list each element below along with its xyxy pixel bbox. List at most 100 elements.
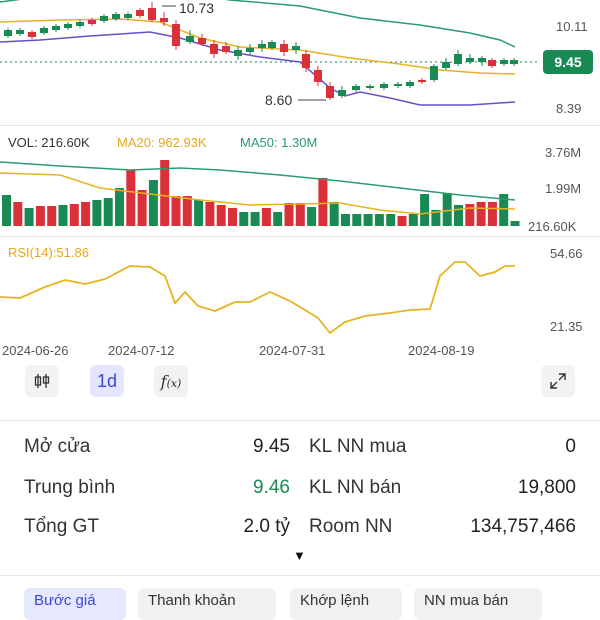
volume-bar — [2, 195, 11, 226]
tab-foreign-trading[interactable]: NN mua bán — [414, 588, 542, 620]
rsi-axis-label-bottom: 21.35 — [550, 319, 583, 334]
expand-icon — [550, 373, 566, 389]
volume-ma20-line — [0, 172, 516, 215]
price-axis-label-upper: 10.11 — [556, 19, 588, 34]
volume-axis-label-bottom: 216.60K — [528, 219, 577, 234]
candle-body — [88, 20, 96, 24]
foreign-room-label: Room NN — [309, 516, 393, 537]
volume-bar — [148, 180, 158, 226]
volume-bar — [487, 202, 497, 226]
candle-body — [198, 38, 206, 44]
candle-body — [136, 10, 144, 16]
volume-bar — [284, 203, 294, 226]
candle-body — [442, 62, 450, 68]
candle-body — [478, 58, 486, 62]
volume-bar — [273, 212, 283, 226]
price-axis-label-lower: 8.39 — [556, 101, 582, 116]
volume-bar — [341, 214, 350, 226]
volume-bar — [35, 206, 45, 226]
interval-1d-button[interactable]: 1d — [90, 365, 124, 397]
volume-bar — [171, 196, 181, 226]
candle-body — [52, 26, 60, 30]
high-price-label: 10.73 — [179, 0, 215, 16]
candle-body — [16, 30, 24, 34]
expand-stats-toggle[interactable]: ▼ — [293, 548, 306, 563]
candle-body — [124, 14, 132, 18]
volume-bar — [352, 214, 362, 226]
volume-bar — [431, 210, 441, 226]
volume-bar — [386, 214, 396, 226]
foreign-sell-volume-value: 19,800 — [517, 477, 576, 498]
volume-legend-vol: VOL: 216.60K — [8, 135, 90, 150]
candle-body — [246, 48, 254, 52]
volume-bar — [250, 212, 260, 226]
date-label: 2024-07-12 — [108, 343, 175, 358]
candlestick-toggle-button[interactable] — [25, 365, 59, 397]
volume-bar — [13, 202, 23, 226]
current-price-badge: 9.45 — [543, 50, 593, 74]
tab-liquidity[interactable]: Thanh khoản — [138, 588, 276, 620]
candle-body — [222, 46, 230, 52]
candle-body — [314, 70, 322, 82]
foreign-sell-volume-label: KL NN bán — [309, 477, 402, 498]
volume-bar — [239, 212, 249, 226]
section-divider — [0, 575, 600, 576]
candle-body — [500, 60, 508, 64]
candle-body — [4, 30, 12, 36]
volume-bar — [58, 205, 68, 226]
candle-body — [430, 66, 438, 80]
volume-bar — [442, 193, 452, 226]
volume-bar — [194, 200, 204, 226]
volume-bar — [318, 178, 328, 226]
volume-bar — [81, 202, 91, 226]
low-price-label: 8.60 — [265, 92, 293, 108]
volume-bar — [205, 202, 215, 226]
candle-body — [28, 32, 36, 37]
volume-bar — [115, 188, 124, 226]
tab-matched-orders[interactable]: Khớp lệnh — [290, 588, 402, 620]
candle-body — [454, 54, 462, 64]
function-icon: f(x) — [160, 371, 182, 391]
volume-bar — [228, 208, 237, 226]
open-price-label: Mở cửa — [24, 436, 91, 457]
candle-body — [112, 14, 120, 19]
volume-bar — [329, 202, 339, 226]
candle-body — [186, 36, 194, 42]
caret-down-icon: ▼ — [293, 548, 306, 563]
candle-body — [326, 86, 334, 98]
rsi-legend: RSI(14):51.86 — [8, 245, 89, 260]
volume-axis-label-mid: 1.99M — [545, 181, 582, 196]
candle-body — [258, 44, 266, 48]
volume-bar — [465, 204, 475, 226]
foreign-buy-volume-label: KL NN mua — [309, 436, 407, 457]
volume-legend-ma20: MA20: 962.93K — [117, 135, 207, 150]
indicator-function-button[interactable]: f(x) — [154, 365, 188, 397]
volume-bar — [47, 206, 57, 226]
candle-body — [148, 8, 156, 20]
candle-body — [160, 18, 168, 22]
section-divider — [0, 125, 600, 126]
rsi-line — [0, 261, 515, 335]
foreign-room-value: 134,757,466 — [470, 516, 576, 537]
volume-axis-label-top: 3.76M — [545, 145, 582, 160]
volume-bar — [126, 170, 136, 226]
volume-legend-ma50: MA50: 1.30M — [240, 135, 318, 150]
tab-price-step[interactable]: Bước giá — [24, 588, 126, 620]
total-value-value: 2.0 tỷ — [243, 516, 290, 537]
foreign-buy-volume-value: 0 — [565, 436, 576, 457]
candle-body — [466, 58, 474, 62]
candlestick-icon — [34, 374, 50, 388]
volume-bar — [295, 203, 305, 226]
volume-bar — [216, 205, 226, 226]
volume-bar — [182, 196, 192, 226]
volume-bar — [24, 208, 34, 226]
candle-body — [302, 54, 310, 68]
fullscreen-button[interactable] — [541, 365, 575, 397]
price-chart[interactable] — [0, 0, 600, 130]
candle-body — [380, 84, 388, 88]
candle-body — [172, 24, 180, 46]
section-divider — [0, 236, 600, 237]
candle-body — [280, 44, 288, 52]
volume-bar — [420, 194, 430, 226]
average-price-value: 9.46 — [253, 477, 290, 498]
